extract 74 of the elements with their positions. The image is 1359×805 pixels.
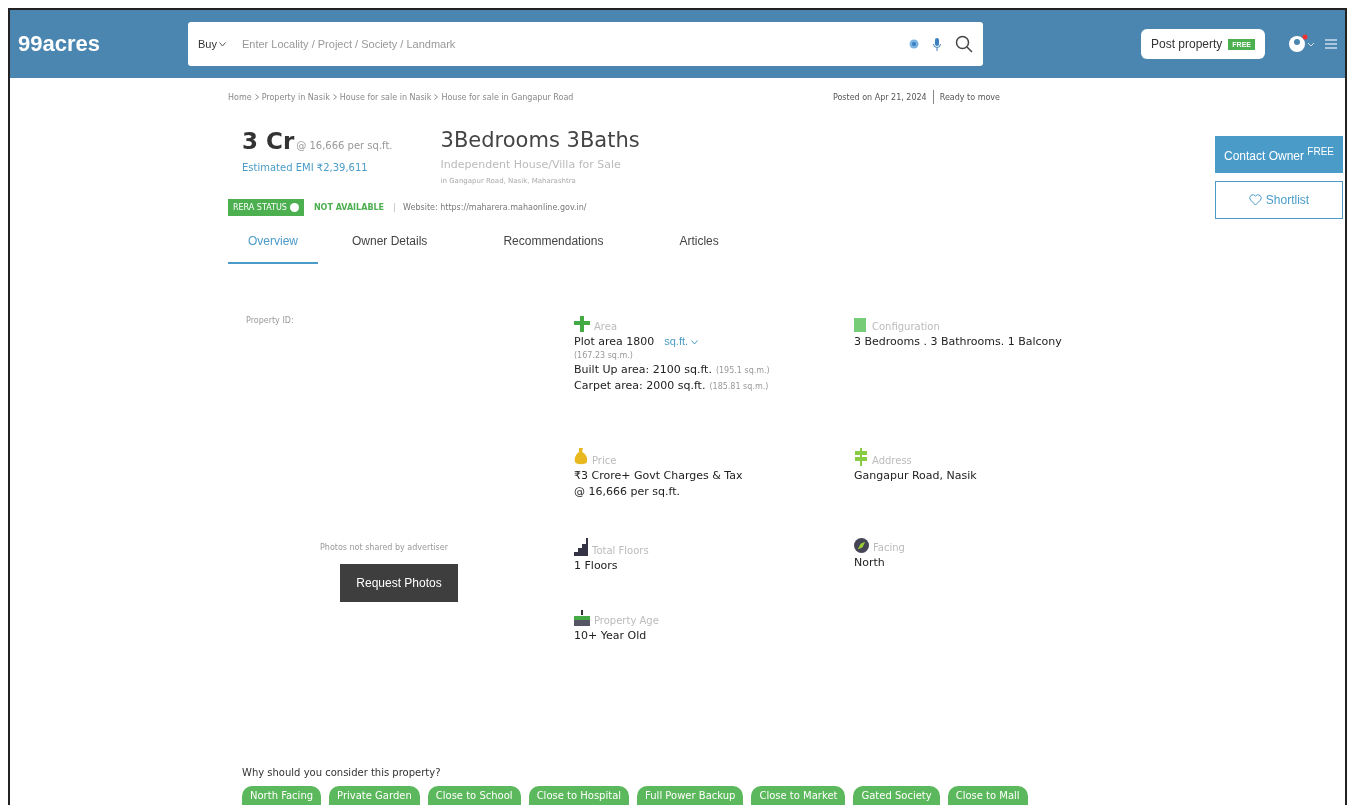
money-bag-icon	[574, 448, 588, 466]
microphone-icon[interactable]	[933, 37, 941, 51]
breadcrumb-link[interactable]: House for sale in Nasik	[339, 92, 432, 102]
tab[interactable]: Articles	[659, 222, 739, 264]
property-title: 3Bedrooms 3Baths	[440, 128, 640, 152]
feature-tag: North Facing	[242, 786, 322, 805]
heart-icon	[1248, 194, 1262, 206]
detail-note: (195.1 sq.m.)	[715, 366, 770, 375]
posted-date: Posted on Apr 21, 2024	[832, 92, 927, 102]
user-icon[interactable]	[1289, 34, 1315, 54]
price-rate: @ 16,666 per sq.ft.	[296, 140, 393, 151]
detail-note: (185.81 sq.m.)	[709, 382, 769, 391]
breadcrumb-link[interactable]: Property in Nasik	[261, 92, 330, 102]
breadcrumb-link[interactable]: House for sale in Gangapur Road	[441, 92, 574, 102]
detail-value: Carpet area: 2000 sq.ft.	[574, 379, 706, 392]
feature-tag: Private Garden	[329, 786, 420, 805]
tab[interactable]: Recommendations	[483, 222, 624, 264]
feature-tag: Close to School	[427, 786, 521, 805]
section-heading: Why should you consider this property?	[242, 767, 442, 778]
rera-status-badge: RERA STATUS	[228, 199, 304, 216]
detail-value: 3 Bedrooms . 3 Bathrooms. 1 Balcony	[854, 335, 1062, 348]
contact-owner-button[interactable]: Contact Owner $^{FREE}$	[1215, 136, 1343, 173]
chevron-icon	[254, 94, 259, 100]
possession-status: Ready to move	[939, 92, 1000, 102]
property-id: Property ID:	[246, 316, 295, 325]
detail-value: @ 16,666 per sq.ft.	[574, 485, 680, 498]
chevron-icon	[434, 94, 439, 100]
detail-label: Facing	[873, 542, 905, 553]
rera-website: Website: https://maharera.mahaonline.gov.in/	[394, 203, 587, 212]
detail-label: Total Floors	[592, 545, 649, 556]
ruler-icon	[574, 316, 590, 332]
detail-value: 1 Floors	[574, 559, 618, 572]
search-bar[interactable]: Buy Enter Locality / Project / Society / Landmark	[188, 22, 983, 66]
price: 3 Cr	[242, 128, 295, 154]
rera-status: NOT AVAILABLE	[313, 203, 385, 212]
detail-value: ₹3 Crore+ Govt Charges & Tax	[574, 469, 743, 482]
detail-label: Price	[592, 455, 617, 466]
unit-dropdown[interactable]: sq.ft.	[658, 335, 699, 347]
request-photos-button[interactable]: Request Photos	[340, 564, 458, 602]
detail-value: North	[854, 556, 885, 569]
emi-link[interactable]: Estimated EMI ₹2,39,611	[242, 162, 393, 173]
caret-icon	[691, 340, 699, 345]
stairs-icon	[574, 538, 588, 556]
location-icon[interactable]	[909, 39, 919, 49]
detail-label: Area	[594, 321, 617, 332]
chevron-icon	[332, 94, 337, 100]
search-icon[interactable]	[955, 35, 973, 53]
property-type: Independent House/Villa for Sale	[440, 158, 622, 171]
detail-value: Plot area 1800	[574, 335, 655, 348]
feature-tag: Close to Mall	[947, 786, 1028, 805]
signpost-icon	[854, 448, 868, 466]
detail-label: Property Age	[594, 615, 659, 626]
detail-value: Gangapur Road, Nasik	[854, 469, 977, 482]
feature-tag: Close to Market	[751, 786, 846, 805]
cake-icon	[574, 610, 590, 626]
compass-icon	[854, 538, 869, 553]
detail-value: Built Up area: 2100 sq.ft.	[574, 363, 712, 376]
info-icon	[289, 203, 299, 212]
tab[interactable]: Overview	[228, 222, 318, 264]
detail-note: (167.23 sq.m.)	[574, 351, 633, 360]
photos-note: Photos not shared by advertiser	[320, 543, 449, 552]
shortlist-button[interactable]: Shortlist	[1215, 181, 1343, 219]
detail-label: Configuration	[872, 321, 940, 332]
feature-tag: Gated Society	[853, 786, 940, 805]
tab[interactable]: Owner Details	[332, 222, 448, 264]
feature-tag: Close to Hospital	[528, 786, 630, 805]
feature-tag: Full Power Backup	[637, 786, 744, 805]
buy-dropdown[interactable]: Buy	[198, 38, 226, 50]
breadcrumb-link[interactable]: Home	[228, 92, 252, 102]
caret-icon	[218, 41, 226, 47]
detail-label: Address	[872, 455, 912, 466]
detail-value: 10+ Year Old	[574, 629, 647, 642]
menu-icon[interactable]	[1325, 38, 1337, 50]
logo[interactable]: 99acres	[18, 31, 178, 57]
